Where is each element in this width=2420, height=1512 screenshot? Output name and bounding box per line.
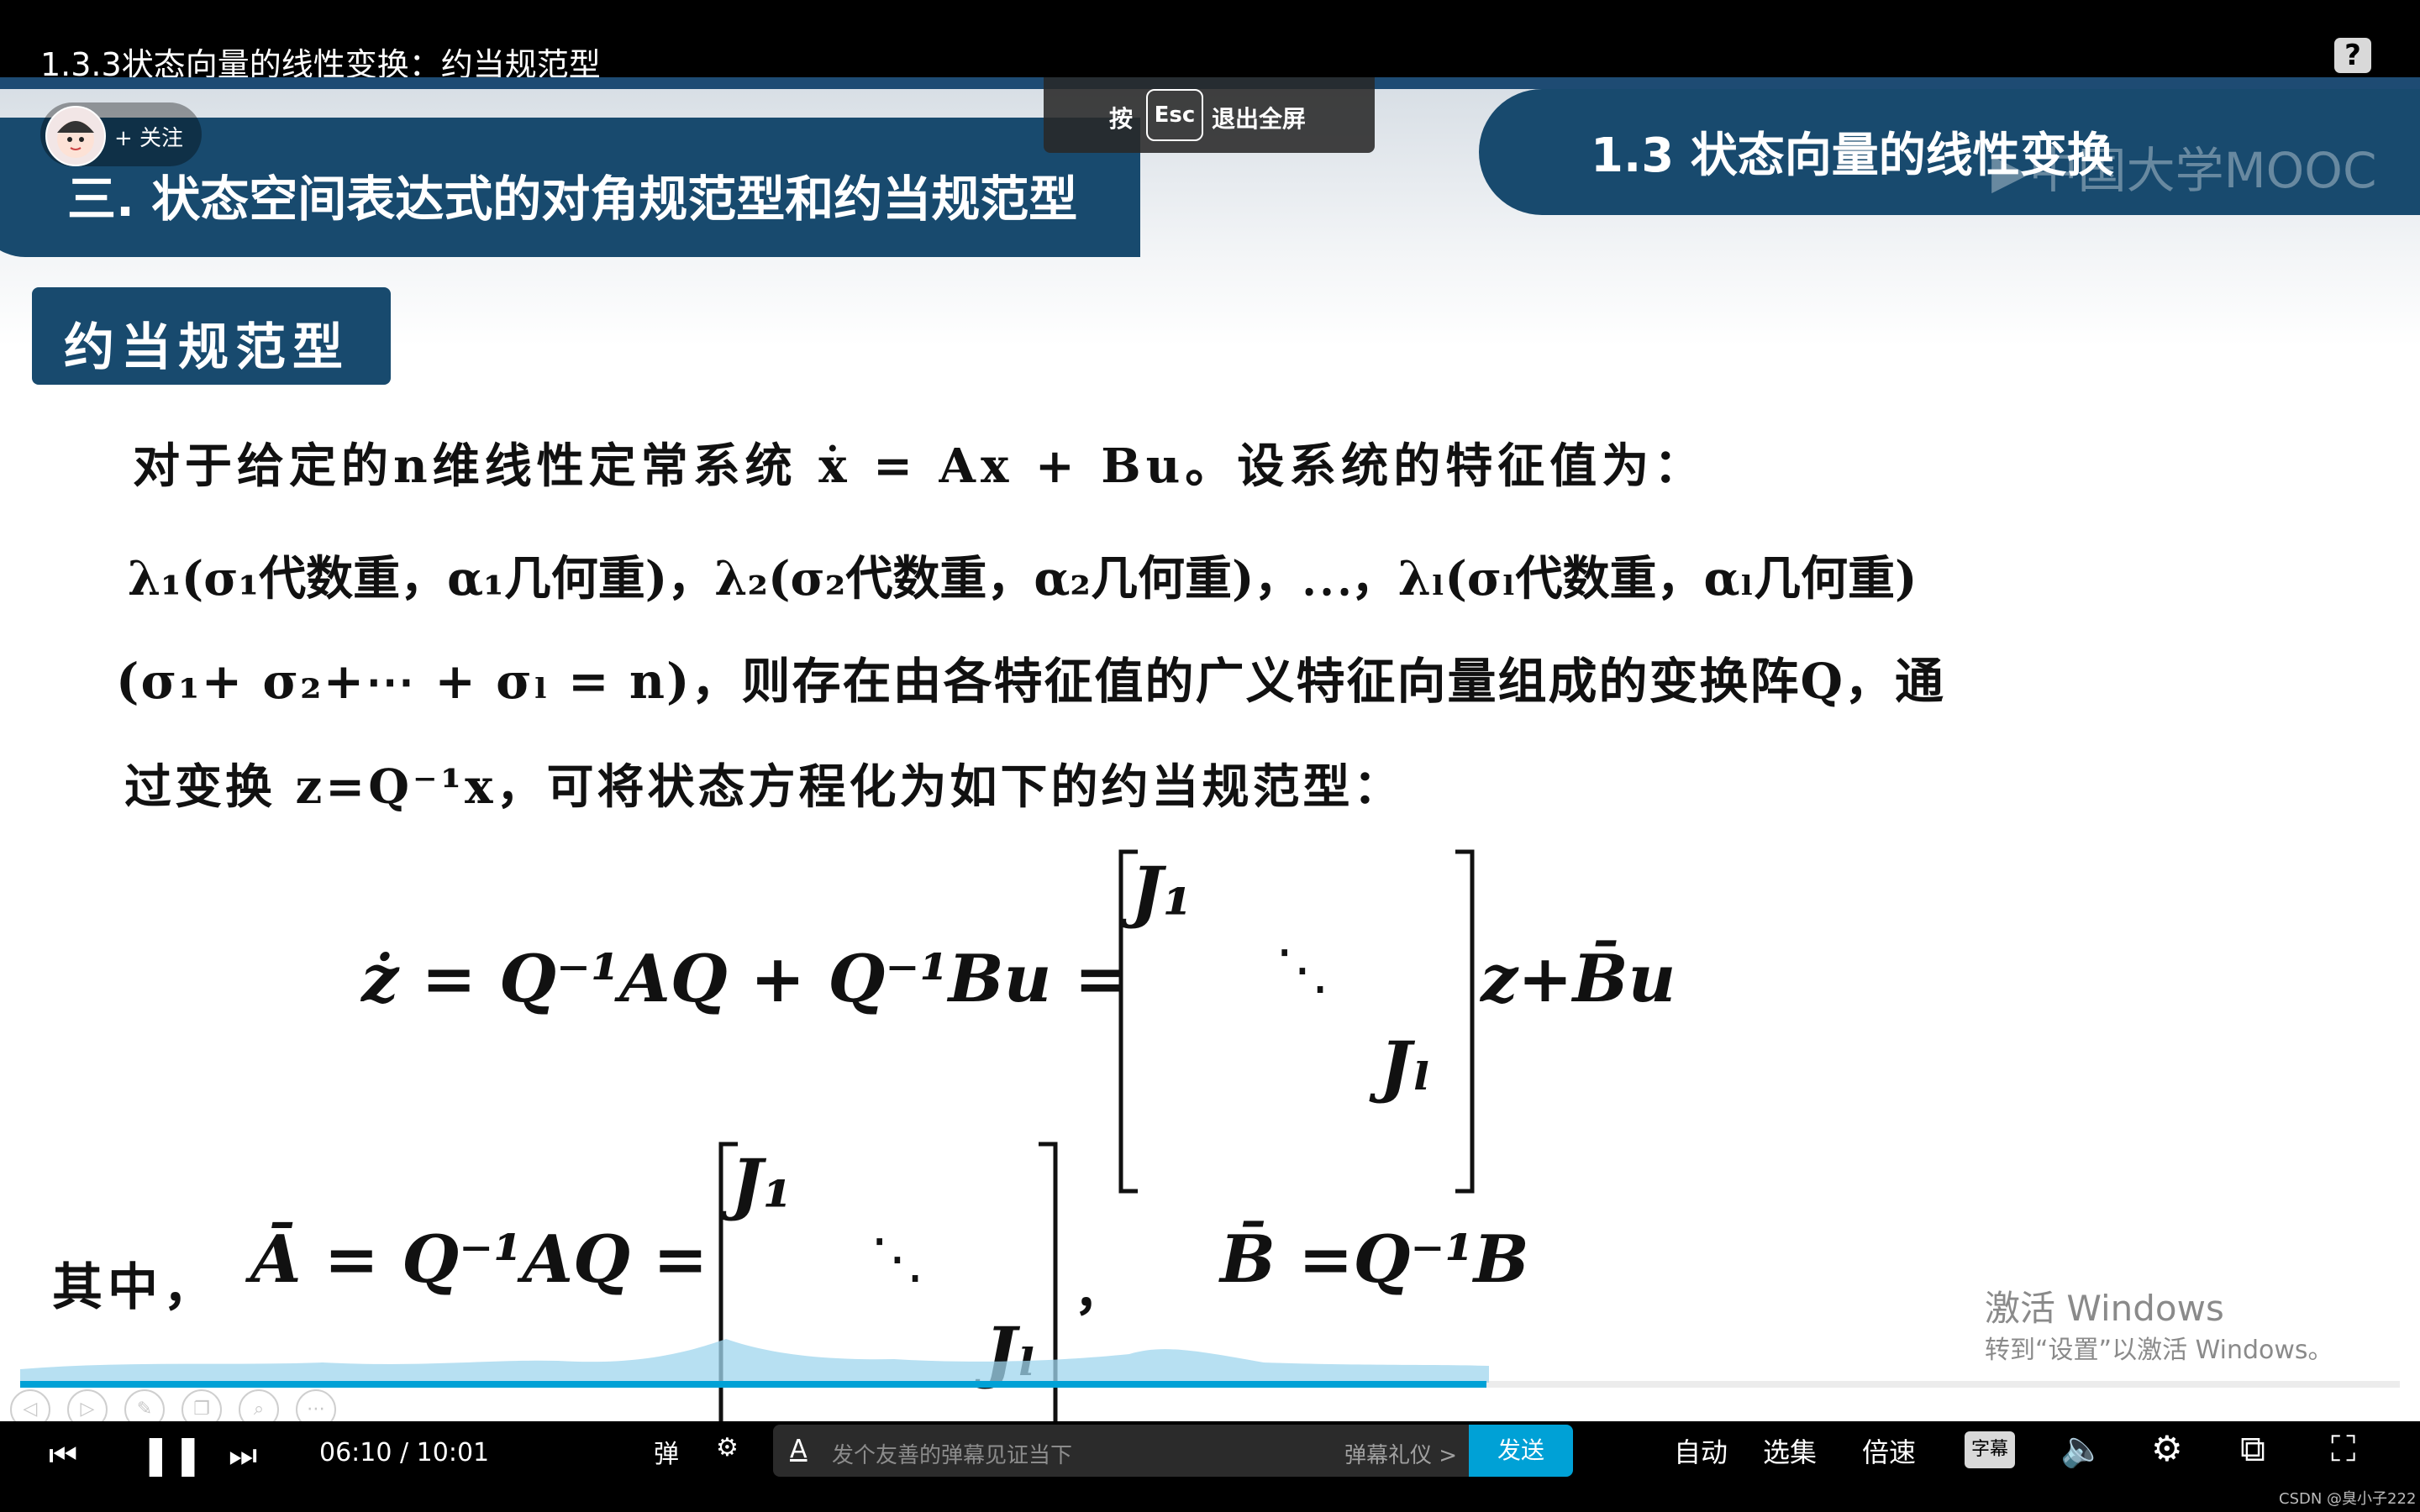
matrix-1-element-jl: Jₗ (1380, 1026, 1432, 1105)
duration: 10:01 (416, 1438, 490, 1467)
esc-key-badge: Esc (1146, 89, 1203, 141)
subtitle-button[interactable]: 字幕 (1965, 1431, 2015, 1468)
matrix-2-dots: ⋱ (871, 1228, 924, 1290)
danmaku-input[interactable]: 发个友善的弹幕见证当下 (832, 1438, 1072, 1469)
slide-heading: 三. 状态空间表达式的对角规范型和约当规范型 (67, 171, 1078, 228)
watermark-text: 中国大学MOOC (2028, 142, 2377, 199)
matrix-2-element-j1: J₁ (731, 1144, 792, 1223)
danmaku-style-icon[interactable]: A (790, 1435, 808, 1464)
time-separator: / (400, 1438, 409, 1467)
episodes-button[interactable]: 选集 (1763, 1431, 1817, 1470)
slide-text-line-1: 对于给定的n维线性定常系统 ẋ = Ax + Bu。设系统的特征值为： (133, 438, 1707, 494)
current-time: 06:10 (319, 1438, 392, 1467)
slide-text-line-4: 过变换 z=Q⁻¹x，可将状态方程化为如下的约当规范型： (124, 759, 1404, 815)
fullscreen-icon[interactable]: ⛶ (2331, 1428, 2355, 1470)
equation-2-lhs: Ā = Q⁻¹AQ = (250, 1221, 708, 1298)
danmaku-etiquette-link[interactable]: 弹幕礼仪 > (1344, 1438, 1457, 1469)
equation-2-prefix: 其中， (52, 1258, 218, 1317)
volume-icon[interactable]: 🔈 (2060, 1428, 2104, 1470)
csdn-credit: CSDN @臭小子222 (2279, 1490, 2417, 1508)
help-icon[interactable]: ? (2334, 38, 2371, 73)
toast-press-label: 按 (1109, 105, 1134, 133)
avatar-face-icon (57, 121, 94, 158)
section-label: 约当规范型 (64, 318, 350, 377)
equation-2-rhs: B̄ =Q⁻¹B (1220, 1221, 1529, 1298)
settings-gear-icon[interactable]: ⚙ (2151, 1428, 2183, 1469)
slide-text-line-3: (σ₁+ σ₂+⋯ + σₗ = n)，则存在由各特征值的广义特征向量组成的变换… (116, 653, 1945, 710)
uploader-avatar[interactable] (45, 106, 106, 166)
quality-auto-button[interactable]: 自动 (1674, 1431, 1728, 1470)
equation-1-rhs: z+B̄u (1481, 941, 1676, 1017)
slide-text-line-2: λ₁(σ₁代数重，α₁几何重)，λ₂(σ₂代数重，α₂几何重)，⋯，λₗ(σₗ代… (128, 551, 1918, 606)
exit-fullscreen-toast (1044, 77, 1375, 153)
equation-2-comma: ， (1074, 1263, 1124, 1322)
picture-in-picture-icon[interactable]: ⧉ (2240, 1428, 2265, 1470)
playback-time: 06:10 / 10:01 (319, 1438, 489, 1467)
previous-video-icon[interactable]: ⏮ (49, 1436, 77, 1474)
windows-activation-subtitle: 转到“设置”以激活 Windows。 (1985, 1336, 2333, 1365)
follow-label: + 关注 (114, 126, 184, 151)
mooc-watermark: ▶中国大学MOOC (1991, 131, 2376, 202)
speed-button[interactable]: 倍速 (1862, 1431, 1916, 1470)
equation-1-lhs: ż = Q⁻¹AQ + Q⁻¹Bu = (361, 941, 1129, 1017)
video-frame[interactable]: 三. 状态空间表达式的对角规范型和约当规范型 1.3 状态向量的线性变换 ▶中国… (0, 77, 2420, 1421)
danmaku-settings-icon[interactable]: ⚙ (716, 1433, 739, 1462)
play-logo-icon: ▶ (1991, 142, 2029, 199)
matrix-1-dots: ⋱ (1276, 939, 1329, 1001)
send-danmaku-button[interactable]: 发送 (1469, 1425, 1573, 1477)
next-video-icon[interactable]: ⏭ (229, 1436, 257, 1474)
progress-bar-played (20, 1381, 1486, 1388)
danmaku-toggle-icon[interactable]: 弹 (654, 1433, 679, 1470)
windows-activation-title: 激活 Windows (1985, 1288, 2224, 1329)
danmaku-density-wave (20, 1339, 1489, 1383)
matrix-1-element-j1: J₁ (1131, 852, 1192, 931)
toast-exit-label: 退出全屏 (1212, 105, 1307, 133)
pause-icon[interactable]: ❚❚ (139, 1431, 204, 1477)
